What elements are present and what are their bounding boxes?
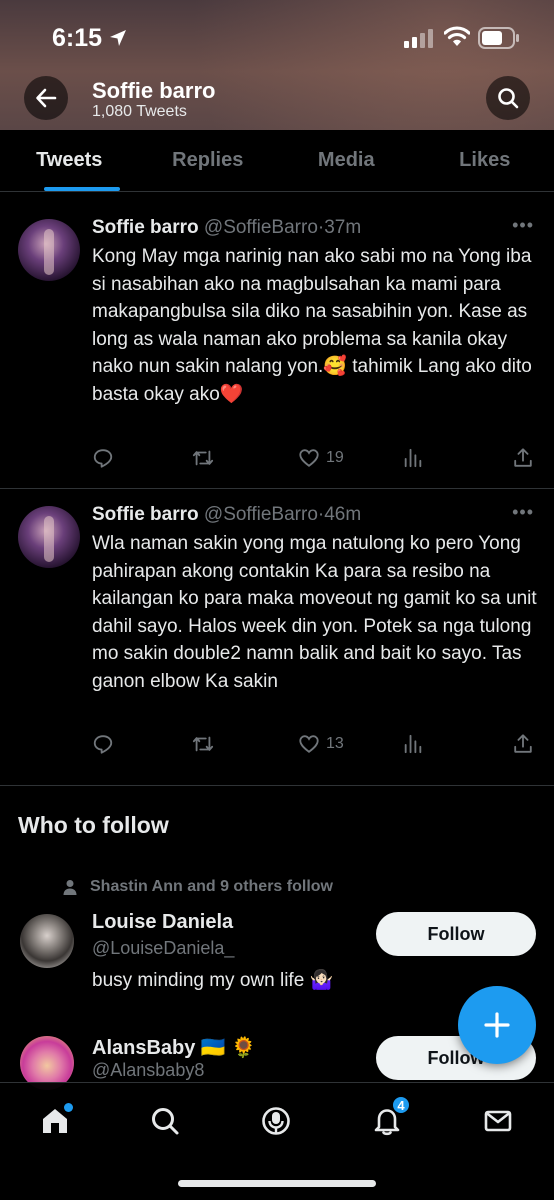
- suggestion-bio: busy minding my own life 🤷🏻‍♀️: [92, 970, 334, 991]
- nav-spaces[interactable]: [256, 1101, 296, 1141]
- share-button[interactable]: [512, 447, 534, 469]
- suggestion-handle: @Alansbaby8: [92, 1060, 205, 1080]
- nav-explore[interactable]: [145, 1101, 185, 1141]
- like-button[interactable]: 13: [298, 733, 344, 755]
- views-button[interactable]: [402, 733, 424, 755]
- reply-button[interactable]: [92, 447, 114, 469]
- views-button[interactable]: [402, 447, 424, 469]
- person-icon: [63, 880, 77, 895]
- search-button[interactable]: [486, 76, 530, 120]
- suggestion-name[interactable]: Louise Daniela: [92, 911, 233, 934]
- status-bar: 6:15: [0, 20, 554, 56]
- tweet-text: Kong May mga narinig nan ako sabi mo na …: [92, 246, 532, 405]
- battery-icon: [478, 27, 519, 49]
- wifi-icon: [444, 26, 470, 46]
- share-icon: [514, 448, 532, 467]
- reply-icon: [93, 449, 113, 468]
- location-arrow-icon: [110, 30, 126, 46]
- avatar[interactable]: [18, 219, 80, 281]
- notifications-badge: 4: [391, 1095, 411, 1115]
- profile-tabs: Tweets Replies Media Likes: [0, 130, 554, 192]
- tweet-time: ·37m: [317, 217, 362, 238]
- tab-likes[interactable]: Likes: [416, 130, 554, 191]
- compose-tweet-button[interactable]: [458, 986, 536, 1064]
- spaces-microphone-icon: [262, 1107, 290, 1135]
- nav-home[interactable]: [35, 1101, 75, 1141]
- profile-header: 6:15 Soffie barro 1,080 Tweets: [0, 0, 554, 130]
- search-icon: [498, 88, 519, 109]
- like-count: 13: [326, 735, 344, 752]
- retweet-button[interactable]: [192, 447, 214, 469]
- arrow-left-icon: [36, 88, 57, 108]
- tweet[interactable]: Soffie barro @SoffieBarro·46m ••• Wla na…: [0, 490, 554, 786]
- avatar[interactable]: [20, 914, 74, 968]
- more-options-icon[interactable]: •••: [512, 215, 534, 236]
- social-context-text: Shastin Ann and 9 others follow: [90, 878, 333, 895]
- who-to-follow-title: Who to follow: [18, 812, 169, 838]
- tweet-text: Wla naman sakin yong mga natulong ko per…: [92, 533, 537, 692]
- cellular-signal-icon: [404, 29, 433, 48]
- suggestion-name[interactable]: AlansBaby 🇺🇦 🌻: [92, 1035, 256, 1060]
- views-icon: [404, 448, 422, 468]
- like-count: 19: [326, 449, 344, 466]
- home-indicator[interactable]: [178, 1180, 376, 1187]
- tweet-count: 1,080 Tweets: [92, 103, 187, 120]
- reply-icon: [93, 735, 113, 754]
- like-button[interactable]: 19: [298, 447, 344, 469]
- retweet-button[interactable]: [192, 733, 214, 755]
- share-icon: [514, 734, 532, 753]
- tweet-author-handle: @SoffieBarro: [203, 504, 318, 525]
- avatar[interactable]: [18, 506, 80, 568]
- home-unread-dot: [64, 1103, 73, 1112]
- plus-icon: [484, 1012, 510, 1038]
- suggestion-handle: @LouiseDaniela_: [92, 938, 235, 958]
- retweet-icon: [192, 736, 214, 752]
- follow-button[interactable]: Follow: [376, 912, 536, 956]
- tweet[interactable]: Soffie barro @SoffieBarro·37m ••• Kong M…: [0, 193, 554, 489]
- tweet-actions: 19: [92, 447, 540, 473]
- tab-tweets[interactable]: Tweets: [0, 130, 139, 191]
- tweet-author-name[interactable]: Soffie barro: [92, 217, 199, 238]
- tab-replies[interactable]: Replies: [139, 130, 278, 191]
- nav-notifications[interactable]: 4: [367, 1095, 411, 1141]
- reply-button[interactable]: [92, 733, 114, 755]
- status-time: 6:15: [52, 24, 103, 52]
- tweet-actions: 13: [92, 733, 540, 759]
- search-icon: [152, 1108, 179, 1135]
- heart-icon: [299, 449, 319, 467]
- social-context: Shastin Ann and 9 others follow: [62, 878, 333, 896]
- profile-name: Soffie barro: [92, 78, 216, 103]
- share-button[interactable]: [512, 733, 534, 755]
- views-icon: [404, 734, 422, 754]
- nav-messages[interactable]: [478, 1101, 518, 1141]
- heart-icon: [299, 735, 319, 753]
- tweet-author-handle: @SoffieBarro: [203, 217, 318, 238]
- tab-media[interactable]: Media: [277, 130, 416, 191]
- tweet-time: ·46m: [317, 504, 362, 525]
- mail-icon: [484, 1110, 512, 1132]
- tweet-author-name[interactable]: Soffie barro: [92, 504, 199, 525]
- back-button[interactable]: [24, 76, 68, 120]
- retweet-icon: [192, 450, 214, 466]
- more-options-icon[interactable]: •••: [512, 502, 534, 523]
